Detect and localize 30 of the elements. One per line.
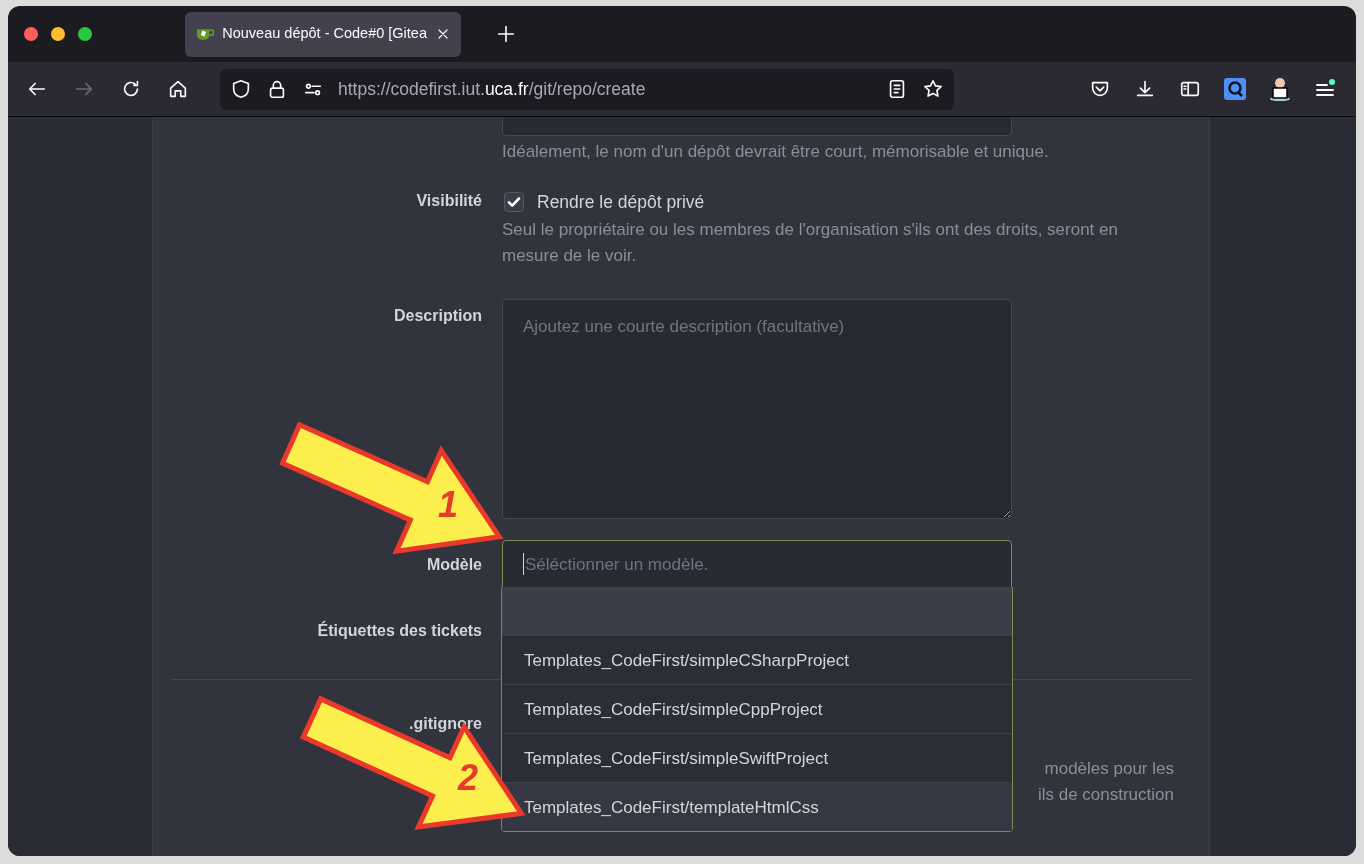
extension-icon[interactable] [1224,78,1246,100]
figure-icon[interactable] [1269,77,1291,101]
home-icon[interactable] [167,78,189,100]
help-text: modèles pour les [1044,758,1174,781]
field-label: Description [394,307,482,325]
field-label: Visibilité [416,192,482,209]
close-window-button[interactable] [24,27,38,41]
minimize-window-button[interactable] [51,27,65,41]
teacup-icon [195,26,215,42]
star-icon[interactable] [922,78,944,100]
new-tab-icon[interactable] [495,23,517,45]
menu-option[interactable]: Templates_CodeFirst/simpleCppProject [502,684,1012,734]
menu-option[interactable]: Templates_CodeFirst/templateHtmlCss [502,782,1012,832]
checkbox[interactable] [504,192,524,213]
placeholder-text: Séléctionner un modèle. [525,553,709,576]
shield-icon[interactable] [230,78,252,100]
field-label: Modèle [426,556,482,574]
help-text: ils de construction [1037,784,1174,807]
address-bar[interactable]: https://codefirst.iut.uca.fr/git/repo/create [220,68,954,110]
browser-tab[interactable]: Nouveau dépôt - Code#0 [Gitea [185,11,461,57]
description-field[interactable]: Ajoutez une courte description (facultative) [502,299,1012,520]
field-label: Étiquettes des tickets [317,622,482,640]
help-text: Idéalement, le nom d'un dépôt devrait être court, mémorisable et unique. [502,141,1049,163]
menu-option[interactable]: Templates_CodeFirst/simpleCSharpProject [502,635,1012,685]
help-text: Seul le propriétaire ou les membres de l'organisation s'ils ont des droits, seront en mesure de le voir. [502,219,1119,268]
checkbox-label: Rendre le dépôt privé [537,191,705,214]
annotation-number: 1 [438,484,459,525]
annotation-number: 2 [458,757,479,798]
field-label: .gitignore [409,715,482,733]
zoom-window-button[interactable] [78,27,92,41]
